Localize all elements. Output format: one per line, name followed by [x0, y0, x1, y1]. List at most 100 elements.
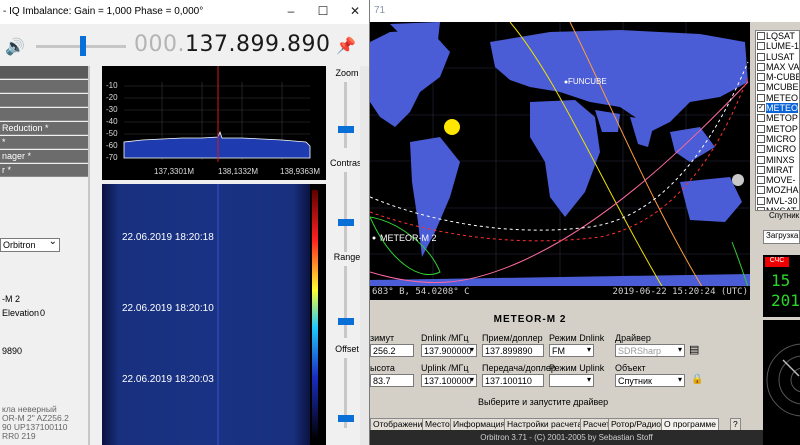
satellite-list-item[interactable]: ✓ METEO [756, 103, 799, 114]
uplink-field[interactable]: 137.100000 [421, 374, 477, 387]
satellite-list-item[interactable]: MOZHA [756, 185, 799, 195]
elevation-value: 0 [40, 308, 46, 318]
satellite-list-item[interactable]: MVL-30 [756, 196, 799, 206]
section-header-6[interactable]: * [0, 136, 88, 149]
world-map[interactable]: FUNCUBE METEOR-M 2 [370, 22, 750, 300]
section-manager[interactable]: nager * [0, 150, 88, 163]
range-label: Range [333, 252, 361, 262]
satellite-list-item[interactable]: LQSAT [756, 31, 799, 41]
section-header-4[interactable] [0, 108, 88, 121]
frequency-display[interactable]: 000.137.899.890 [134, 32, 330, 57]
satellite-list-item[interactable]: MINXS [756, 155, 799, 165]
satellite-checkbox[interactable] [757, 32, 765, 40]
azimuth-label: зимут [370, 333, 395, 343]
object-select[interactable]: Спутник [615, 374, 685, 387]
satellite-list-footer-label: Спутник [769, 211, 800, 220]
volume-slider-thumb[interactable] [80, 36, 86, 56]
zoom-slider-thumb[interactable] [338, 126, 354, 134]
driver-select[interactable]: SDRSharp [615, 344, 685, 357]
driver-settings-icon[interactable]: ▤ [689, 343, 699, 356]
contrast-slider-thumb[interactable] [338, 219, 354, 227]
satellite-list-item[interactable]: METOP [756, 124, 799, 134]
sdr-side-panel: Reduction * * nager * r * Orbitron -M 2 … [0, 66, 90, 445]
satellite-list[interactable]: LQSAT LUME-1 LUSAT MAX VA M-CUBE MCUBE METEO ✓ M… [755, 30, 800, 220]
tab-calc-settings[interactable]: Настройки расчета [504, 418, 586, 430]
satellite-checkbox[interactable] [757, 73, 765, 82]
map-status-bar: 683° В, 54.0208° С 2019-06-22 15:20:24 (… [370, 286, 750, 300]
altitude-field[interactable]: 83.7 [370, 374, 414, 387]
sdr-sat-name: -M 2 [2, 294, 20, 304]
satellite-checkbox[interactable] [757, 42, 765, 51]
load-tab[interactable]: Загрузка [763, 230, 800, 244]
offset-slider-thumb[interactable] [338, 414, 354, 422]
dnlink-field[interactable]: 137.900000 [421, 344, 477, 357]
satellite-checkbox[interactable] [757, 114, 765, 123]
satellite-name: MVL-30 [766, 195, 798, 206]
satellite-info-panel: METEOR-M 2 зимут 256.2 ысота 83.7 Dnlink… [370, 300, 750, 418]
satellite-list-item[interactable]: METEO [756, 93, 799, 103]
tab-info[interactable]: Информация [450, 418, 509, 430]
section-header-3[interactable] [0, 94, 88, 107]
close-button[interactable]: ✕ [347, 3, 363, 19]
satellite-name: METOP [766, 113, 798, 124]
tab-about[interactable]: О программе [661, 418, 720, 430]
section-header-8[interactable]: r * [0, 164, 88, 177]
frequency-leading: 000. [134, 32, 185, 57]
satellite-list-item[interactable]: LUME-1 [756, 41, 799, 51]
zoom-slider[interactable] [344, 82, 347, 148]
satellite-name: METEO [766, 92, 799, 103]
section-header-1[interactable] [0, 66, 88, 79]
satellite-list-item[interactable]: MAX VA [756, 62, 799, 72]
range-slider-thumb[interactable] [338, 318, 354, 325]
range-slider[interactable] [344, 266, 347, 338]
tab-rotor-radio[interactable]: Ротор/Радио [608, 418, 664, 430]
satellite-list-item[interactable]: MICRO [756, 134, 799, 144]
spectrum-analyzer[interactable]: -10 -20 -30 -40 -50 -60 -70 137,3301M 13… [102, 66, 326, 180]
satellite-checkbox[interactable] [757, 124, 765, 133]
side-panel-scrollbar[interactable] [88, 66, 90, 445]
driver-label: Драйвер [615, 333, 651, 343]
satellite-checkbox[interactable] [757, 155, 765, 164]
satellite-checkbox[interactable] [757, 83, 765, 92]
satellite-checkbox[interactable] [757, 145, 765, 154]
satellite-list-item[interactable]: MOVE- [756, 175, 799, 185]
spectrum-tick-7: -70 [106, 153, 118, 162]
satellite-list-item[interactable]: METOP [756, 113, 799, 123]
orbitron-select[interactable]: Orbitron [0, 236, 60, 252]
satellite-checkbox[interactable] [757, 176, 765, 185]
satellite-list-item[interactable]: LUSAT [756, 52, 799, 62]
object-label: Объект [615, 363, 646, 373]
side-panel-scroll-thumb[interactable] [88, 66, 90, 445]
satellite-list-item[interactable]: MIRAT [756, 165, 799, 175]
satellite-checkbox[interactable] [757, 165, 765, 174]
contrast-slider[interactable] [344, 172, 347, 252]
minimize-button[interactable]: – [283, 3, 299, 19]
satellite-checkbox[interactable]: ✓ [757, 104, 765, 113]
sdr-vertical-scrollbar[interactable] [360, 66, 369, 445]
satellite-list-item[interactable]: MICRO [756, 144, 799, 154]
tab-location[interactable]: Место [422, 418, 453, 430]
azimuth-field[interactable]: 256.2 [370, 344, 414, 357]
maximize-button[interactable]: ☐ [315, 3, 331, 19]
lock-icon[interactable]: 🔒 [691, 374, 703, 385]
satellite-checkbox[interactable] [757, 62, 765, 71]
satellite-list-item[interactable]: MCUBE [756, 82, 799, 92]
altitude-label: ысота [370, 363, 395, 373]
section-header-2[interactable] [0, 80, 88, 93]
tab-help[interactable]: ? [730, 418, 741, 430]
satellite-list-item[interactable]: M-CUBE [756, 72, 799, 82]
rx-doppler-field[interactable]: 137.899890 [482, 344, 544, 357]
waterfall-time-1: 22.06.2019 18:20:18 [122, 232, 214, 243]
waterfall-display[interactable]: 22.06.2019 18:20:18 22.06.2019 18:20:10 … [102, 184, 326, 445]
satellite-checkbox[interactable] [757, 186, 765, 195]
speaker-icon[interactable]: 🔊 [5, 37, 25, 57]
mode-uplink-select[interactable] [549, 374, 594, 387]
section-noise-reduction[interactable]: Reduction * [0, 122, 88, 135]
satellite-checkbox[interactable] [757, 93, 765, 102]
satellite-checkbox[interactable] [757, 196, 765, 205]
tx-doppler-field[interactable]: 137.100110 [482, 374, 544, 387]
satellite-checkbox[interactable] [757, 52, 765, 61]
pin-icon[interactable]: 📌 [336, 36, 356, 56]
satellite-checkbox[interactable] [757, 134, 765, 143]
mode-dnlink-select[interactable]: FM [549, 344, 594, 357]
